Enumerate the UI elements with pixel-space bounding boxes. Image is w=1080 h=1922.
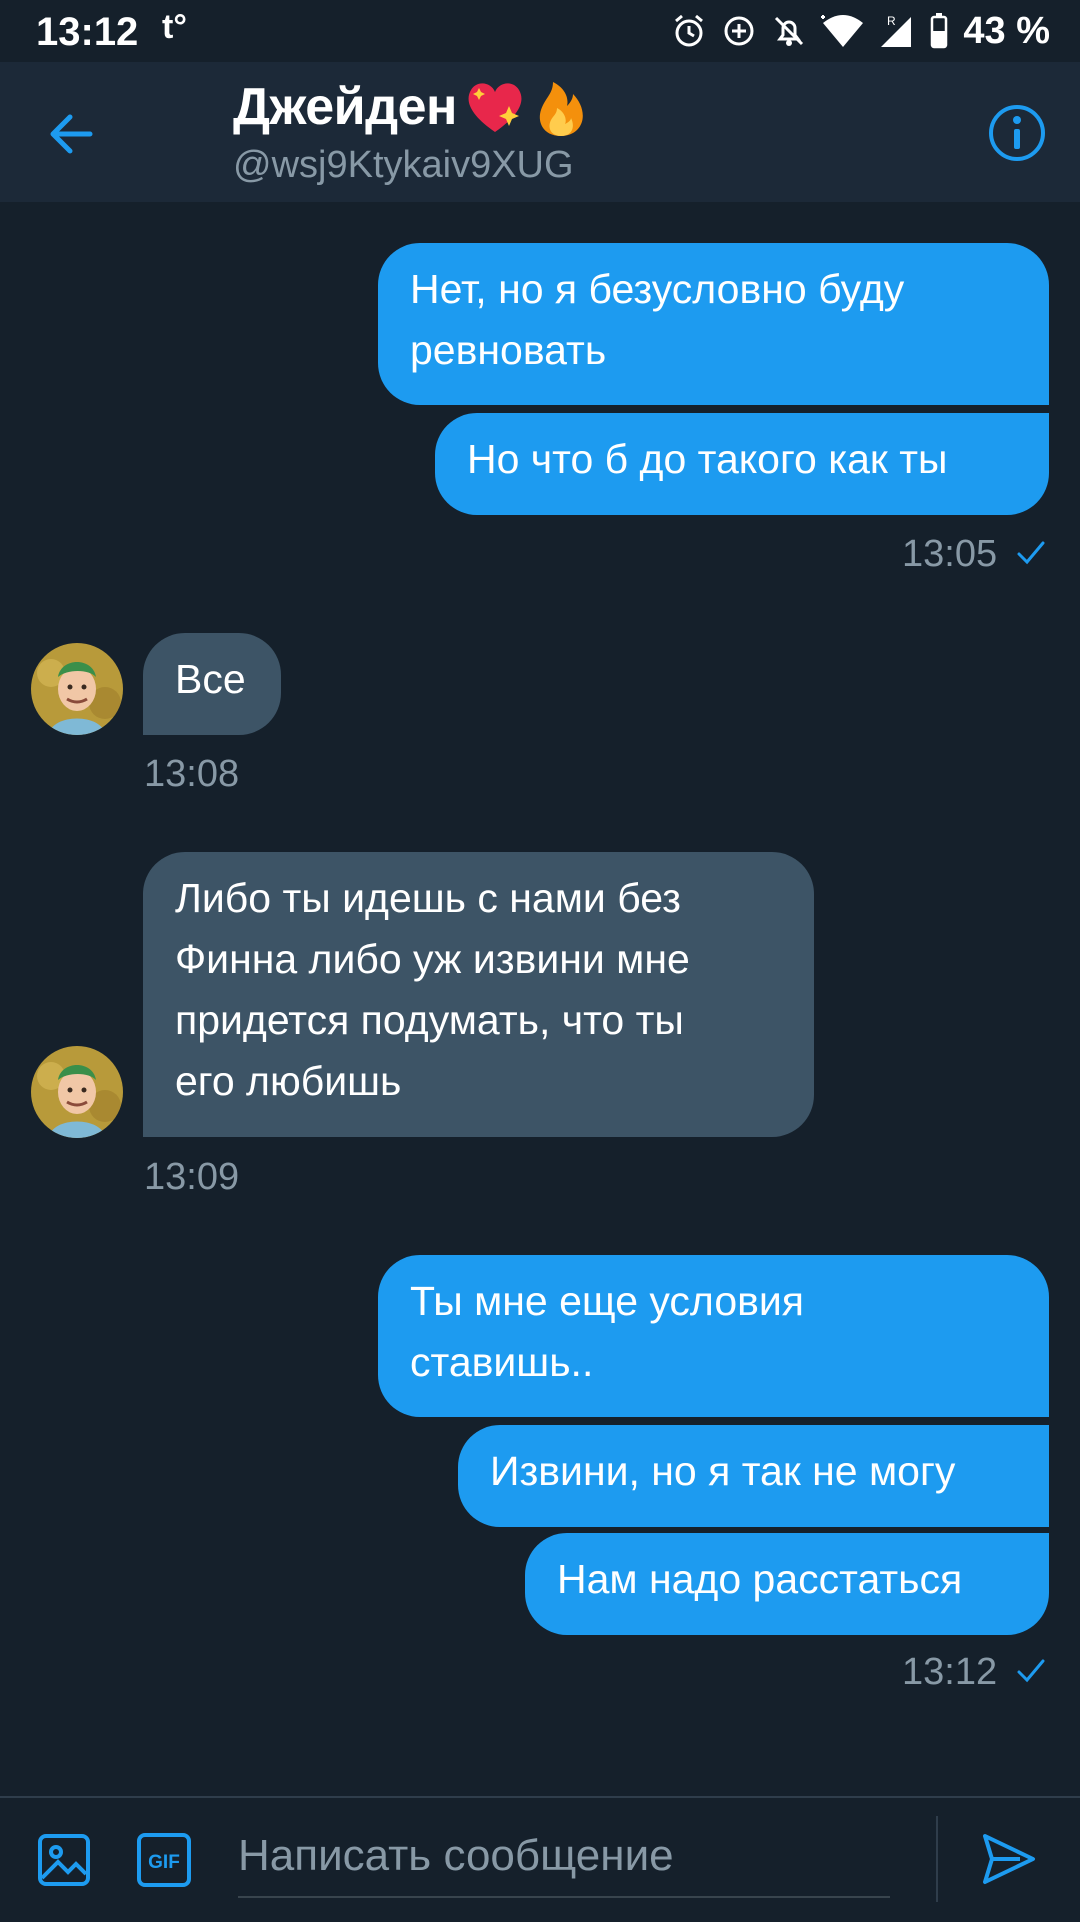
- message-bubble-outgoing[interactable]: Извини, но я так не могу: [458, 1425, 1049, 1527]
- message-line: Нам надо расстаться: [557, 1556, 963, 1602]
- sent-check-icon: [1017, 541, 1045, 565]
- message-line: Но что б до такого как ты: [467, 436, 948, 482]
- dnd-off-icon: [775, 16, 804, 46]
- back-arrow-icon[interactable]: [40, 102, 104, 166]
- message-bubble-outgoing[interactable]: Ты мне еще условия ставишь..: [378, 1255, 1049, 1417]
- message-line: ставишь..: [410, 1339, 594, 1385]
- message-composer: GIF Написать сообщение: [0, 1796, 1080, 1922]
- notification-icon: t°: [162, 8, 187, 46]
- message-line: Нет, но я безусловно буду: [410, 266, 905, 312]
- composer-divider: [936, 1816, 938, 1902]
- message-bubble-outgoing[interactable]: Но что б до такого как ты: [435, 413, 1049, 515]
- data-saver-icon: [724, 16, 754, 46]
- message-line: ревновать: [410, 327, 607, 373]
- message-bubble-outgoing[interactable]: Нет, но я безусловно буду ревновать: [378, 243, 1049, 405]
- message-input[interactable]: Написать сообщение: [238, 1826, 890, 1898]
- signal-icon: R: [881, 14, 912, 47]
- battery-icon: [931, 13, 948, 49]
- send-icon[interactable]: [980, 1830, 1038, 1888]
- battery-percent: 43 %: [963, 9, 1050, 52]
- message-bubble-incoming[interactable]: Либо ты идешь с нами без Финна либо уж и…: [143, 852, 814, 1137]
- status-bar: 13:12 t° R 43 %: [0, 0, 1080, 62]
- message-timestamp: 13:12: [902, 1651, 998, 1693]
- status-time: 13:12: [36, 10, 139, 54]
- message-line: Либо ты идешь с нами без: [175, 875, 681, 921]
- contact-avatar[interactable]: [31, 1046, 123, 1138]
- contact-name: Джейден: [233, 78, 457, 136]
- svg-text:R: R: [887, 14, 896, 28]
- message-timestamp: 13:05: [902, 533, 998, 575]
- image-icon[interactable]: [36, 1832, 92, 1888]
- sparkling-heart-icon: [468, 83, 522, 132]
- message-line: придется подумать, что ты: [175, 997, 684, 1043]
- header-emoji: [463, 76, 591, 138]
- message-bubble-incoming[interactable]: Все: [143, 633, 281, 735]
- wifi-icon: [821, 15, 864, 47]
- message-timestamp: 13:09: [144, 1156, 240, 1198]
- conversation-header: Джейден @wsj9Ktykaiv9XUG: [0, 62, 1080, 202]
- header-title[interactable]: Джейден: [233, 76, 591, 138]
- sent-check-icon: [1017, 1659, 1045, 1683]
- alarm-icon: [675, 14, 704, 47]
- contact-handle: @wsj9Ktykaiv9XUG: [233, 144, 574, 186]
- message-bubble-outgoing[interactable]: Нам надо расстаться: [525, 1533, 1049, 1635]
- contact-avatar[interactable]: [31, 643, 123, 735]
- message-line: Извини, но я так не могу: [490, 1448, 956, 1494]
- fire-icon: [539, 82, 583, 136]
- gif-label: GIF: [148, 1852, 180, 1873]
- message-line: Ты мне еще условия: [410, 1278, 805, 1324]
- message-line: Финна либо уж извини мне: [175, 936, 690, 982]
- message-line: его любишь: [175, 1058, 402, 1104]
- gif-icon[interactable]: GIF: [136, 1832, 192, 1888]
- message-line: Все: [175, 656, 246, 702]
- message-timestamp: 13:08: [144, 753, 240, 795]
- info-icon[interactable]: [986, 102, 1048, 164]
